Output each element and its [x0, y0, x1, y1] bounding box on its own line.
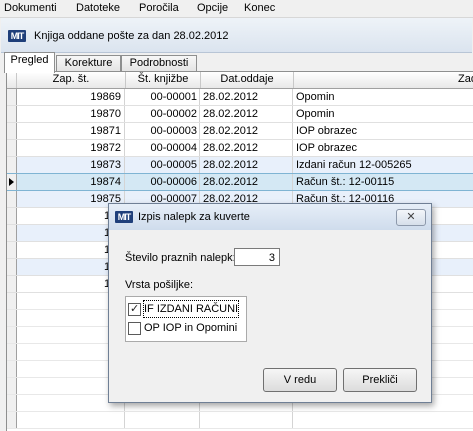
row-indicator [7, 276, 17, 292]
cell-st-knjizbe: 00-00005 [126, 157, 200, 173]
dialog-logo-icon: MIT [115, 211, 133, 223]
cell-dat-oddaje: 28.02.2012 [201, 174, 293, 190]
row-indicator [7, 259, 17, 275]
table-row[interactable]: 19873 00-00005 28.02.2012 Izdani račun 1… [7, 157, 473, 174]
cell-st-knjizbe: 00-00003 [126, 123, 200, 139]
table-row-selected[interactable]: 19874 00-00006 28.02.2012 Račun št.: 12-… [7, 173, 473, 191]
option-label: OP IOP in Opomini [144, 322, 238, 334]
row-indicator [7, 412, 17, 428]
header-st-knjizbe[interactable]: Št. knjižbe [126, 72, 201, 88]
empty-cell [17, 412, 125, 428]
label-count-label: Število praznih nalepk: [125, 252, 236, 264]
row-indicator [7, 293, 17, 309]
row-indicator [7, 174, 17, 190]
cell-zap-st: 19872 [17, 140, 125, 156]
table-row[interactable]: 19872 00-00004 28.02.2012 IOP obrazec [7, 140, 473, 157]
shipment-type-label: Vrsta pošiljke: [125, 279, 194, 291]
row-indicator [7, 344, 17, 360]
tab-korekture[interactable]: Korekture [56, 55, 121, 72]
menu-dokumenti[interactable]: Dokumenti [4, 2, 57, 14]
grid-header: Zap. št. Št. knjižbe Dat.oddaje Zad [7, 72, 473, 89]
cell-st-knjizbe: 00-00002 [126, 106, 200, 122]
empty-row [7, 412, 473, 429]
cell-st-knjizbe: 00-00001 [126, 89, 200, 105]
option-label: IF IZDANI RAČUNI [142, 300, 240, 318]
row-indicator [7, 395, 17, 411]
window-title: Knjiga oddane pošte za dan 28.02.2012 [34, 30, 229, 42]
window-header: MIT Knjiga oddane pošte za dan 28.02.201… [1, 18, 472, 53]
row-indicator [7, 242, 17, 258]
ok-button[interactable]: V redu [263, 368, 337, 392]
menu-konec[interactable]: Konec [244, 2, 275, 14]
checkbox-unchecked-icon[interactable] [128, 322, 141, 335]
row-indicator [7, 225, 17, 241]
cell-zadeva: Opomin [294, 89, 473, 105]
cell-zadeva: IOP obrazec [294, 123, 473, 139]
cell-zap-st: 19873 [17, 157, 125, 173]
close-icon[interactable]: ✕ [396, 209, 426, 226]
row-indicator [7, 106, 17, 122]
empty-cell [126, 412, 200, 428]
cell-st-knjizbe: 00-00004 [126, 140, 200, 156]
label-count-input[interactable]: 3 [234, 248, 280, 266]
menu-datoteke[interactable]: Datoteke [76, 2, 120, 14]
cell-dat-oddaje: 28.02.2012 [201, 89, 293, 105]
row-indicator [7, 327, 17, 343]
header-indicator [7, 72, 17, 88]
cell-zadeva: IOP obrazec [294, 140, 473, 156]
menu-opcije[interactable]: Opcije [197, 2, 228, 14]
cell-zap-st: 19871 [17, 123, 125, 139]
tab-pregled[interactable]: Pregled [4, 52, 55, 73]
app-logo-icon: MIT [8, 30, 26, 42]
row-indicator [7, 208, 17, 224]
header-dat-oddaje[interactable]: Dat.oddaje [201, 72, 294, 88]
header-zadeva[interactable]: Zad [294, 72, 473, 88]
row-indicator [7, 310, 17, 326]
row-indicator [7, 378, 17, 394]
table-row[interactable]: 19871 00-00003 28.02.2012 IOP obrazec [7, 123, 473, 140]
checkbox-checked-icon[interactable] [128, 301, 141, 317]
table-row[interactable]: 19869 00-00001 28.02.2012 Opomin [7, 89, 473, 106]
header-zap-st[interactable]: Zap. št. [17, 72, 126, 88]
row-indicator [7, 123, 17, 139]
row-indicator [7, 89, 17, 105]
cell-st-knjizbe: 00-00006 [126, 174, 200, 190]
row-indicator [7, 140, 17, 156]
cell-zadeva: Izdani račun 12-005265 [294, 157, 473, 173]
current-row-arrow-icon [9, 178, 14, 186]
shipment-type-list[interactable]: IF IZDANI RAČUNI OP IOP in Opomini [125, 296, 247, 342]
cell-dat-oddaje: 28.02.2012 [201, 123, 293, 139]
menu-porocila[interactable]: Poročila [139, 2, 179, 14]
cell-dat-oddaje: 28.02.2012 [201, 157, 293, 173]
cell-dat-oddaje: 28.02.2012 [201, 106, 293, 122]
tab-podrobnosti[interactable]: Podrobnosti [121, 55, 197, 72]
cell-zadeva: Opomin [294, 106, 473, 122]
cell-zap-st: 19874 [17, 174, 125, 190]
row-indicator [7, 157, 17, 173]
cancel-button[interactable]: Prekliči [343, 368, 417, 392]
cell-dat-oddaje: 28.02.2012 [201, 140, 293, 156]
cell-zadeva: Račun št.: 12-00115 [294, 174, 473, 190]
row-indicator [7, 361, 17, 377]
dialog-title: Izpis nalepk za kuverte [138, 211, 250, 223]
empty-cell [201, 412, 293, 428]
cell-zap-st: 19869 [17, 89, 125, 105]
dialog-title-bar[interactable]: MIT Izpis nalepk za kuverte ✕ [109, 204, 431, 230]
cell-zap-st: 19870 [17, 106, 125, 122]
label-print-dialog: MIT Izpis nalepk za kuverte ✕ Število pr… [108, 203, 432, 403]
menu-bar: Dokumenti Datoteke Poročila Opcije Konec [0, 0, 473, 18]
table-row[interactable]: 19870 00-00002 28.02.2012 Opomin [7, 106, 473, 123]
row-indicator [7, 191, 17, 207]
